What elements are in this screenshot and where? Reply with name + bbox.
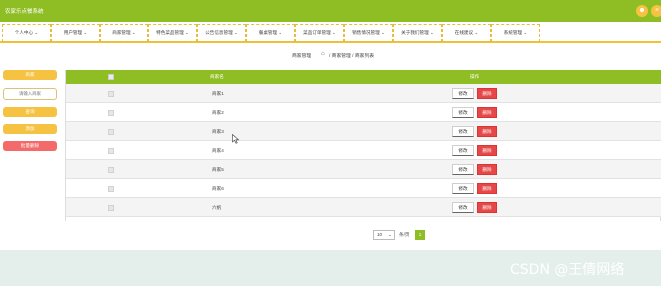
table-row: 商家4 修改 删除 (66, 141, 661, 160)
merchant-name: 六帆 (212, 205, 222, 210)
row-checkbox[interactable] (108, 148, 114, 154)
table-row: 六帆 修改 删除 (66, 198, 661, 217)
chevron-down-icon: ⌄ (474, 30, 479, 35)
delete-button[interactable]: 删除 (477, 183, 497, 194)
edit-button[interactable]: 修改 (452, 164, 474, 175)
nav-item-merchants[interactable]: 商家管理 ⌄ (100, 24, 148, 42)
merchant-name: 商家3 (212, 129, 224, 134)
merchant-name: 商家4 (212, 148, 224, 153)
row-checkbox[interactable] (108, 91, 114, 97)
merchant-name: 商家6 (212, 186, 224, 191)
breadcrumb-path: / 商家管理 / 商家列表 (329, 54, 375, 59)
table-row: 商家3 修改 删除 (66, 122, 661, 141)
table-row: 商家2 修改 删除 (66, 103, 661, 122)
chevron-down-icon: ⌄ (523, 30, 528, 35)
chevron-down-icon: ⌄ (332, 30, 336, 35)
chevron-down-icon: ⌄ (430, 30, 434, 35)
edit-button[interactable]: 修改 (452, 107, 474, 118)
breadcrumb-section: 商家管理 (292, 54, 312, 59)
page-size-select[interactable]: 10 ⌄ (373, 230, 395, 240)
watermark-text: CSDN @王倩网络 (510, 262, 625, 278)
edit-button[interactable]: 修改 (452, 126, 474, 137)
nav-label: 在线建议 (454, 30, 474, 35)
column-header-name: 商家名 (210, 74, 224, 79)
close-icon[interactable]: × (651, 5, 661, 17)
add-button[interactable]: 添加 (3, 124, 57, 134)
delete-button[interactable]: 删除 (477, 164, 497, 175)
delete-button[interactable]: 删除 (477, 88, 497, 99)
page-number-current[interactable]: 1 (415, 230, 425, 240)
merchant-name: 商家5 (212, 167, 224, 172)
chevron-down-icon: ⌄ (388, 232, 392, 237)
delete-button[interactable]: 删除 (477, 126, 497, 137)
nav-item-personal-center[interactable]: 个人中心 ⌄ (2, 24, 51, 42)
nav-label: 关于我们管理 (401, 30, 429, 35)
nav-label: 个人中心 (14, 30, 34, 35)
search-input[interactable]: 请输入商家 (3, 88, 57, 100)
nav-label: 用户管理 (63, 30, 83, 35)
nav-item-system[interactable]: 系统管理 ⌄ (491, 24, 540, 42)
merchant-filter-button[interactable]: 商家 (3, 70, 57, 80)
user-icon[interactable]: ☻ (636, 5, 648, 17)
home-icon[interactable]: ⌂ (321, 51, 325, 57)
app-title: 农家乐点餐系统 (5, 9, 44, 15)
row-checkbox[interactable] (108, 110, 114, 116)
main-nav: 个人中心 ⌄ 用户管理 ⌄ 商家管理 ⌄ 特色菜品管理 ⌄ 公告信息管理 ⌄ 餐… (0, 23, 661, 43)
row-checkbox[interactable] (108, 186, 114, 192)
nav-label: 菜品订单管理 (303, 30, 331, 35)
row-checkbox[interactable] (108, 129, 114, 135)
nav-item-featured-dishes[interactable]: 特色菜品管理 ⌄ (148, 24, 197, 42)
top-bar: 农家乐点餐系统 ☻ × (0, 0, 661, 22)
edit-button[interactable]: 修改 (452, 202, 474, 213)
table-row: 商家1 修改 删除 (66, 84, 661, 103)
delete-button[interactable]: 删除 (477, 107, 497, 118)
page-size-label: 条/页 (399, 232, 410, 237)
merchant-name: 商家2 (212, 110, 224, 115)
merchant-table: 商家名 操作 商家1 修改 删除 商家2 修改 删除 商家3 修改 删除 商家4… (65, 70, 661, 221)
batch-delete-button[interactable]: 批量删除 (3, 141, 57, 151)
nav-label: 公告信息管理 (205, 30, 233, 35)
edit-button[interactable]: 修改 (452, 88, 474, 99)
nav-item-tables[interactable]: 餐桌管理 ⌄ (246, 24, 295, 42)
page: 农家乐点餐系统 ☻ × 个人中心 ⌄ 用户管理 ⌄ 商家管理 ⌄ 特色菜品管理 … (0, 0, 661, 286)
row-checkbox[interactable] (108, 167, 114, 173)
edit-button[interactable]: 修改 (452, 145, 474, 156)
nav-label: 销售情况管理 (352, 30, 380, 35)
breadcrumb: 商家管理 ⌂ / 商家管理 / 商家列表 (0, 51, 661, 60)
nav-label: 商家管理 (112, 30, 131, 35)
table-row: 商家6 修改 删除 (66, 179, 661, 198)
nav-item-about-us[interactable]: 关于我们管理 ⌄ (393, 24, 442, 42)
nav-item-sales[interactable]: 销售情况管理 ⌄ (344, 24, 393, 42)
chevron-down-icon: ⌄ (234, 30, 238, 35)
nav-label: 系统管理 (503, 30, 523, 35)
column-header-actions: 操作 (470, 74, 480, 79)
chevron-down-icon: ⌄ (278, 30, 283, 35)
nav-item-announcements[interactable]: 公告信息管理 ⌄ (197, 24, 246, 42)
chevron-down-icon: ⌄ (83, 30, 88, 35)
chevron-down-icon: ⌄ (34, 30, 39, 35)
select-all-checkbox[interactable] (108, 74, 114, 80)
table-header: 商家名 操作 (66, 70, 661, 84)
page-size-value: 10 (377, 232, 383, 237)
search-button[interactable]: 查询 (3, 107, 57, 117)
row-checkbox[interactable] (108, 205, 114, 211)
edit-button[interactable]: 修改 (452, 183, 474, 194)
nav-item-dish-orders[interactable]: 菜品订单管理 ⌄ (295, 24, 344, 42)
table-row: 商家5 修改 删除 (66, 160, 661, 179)
nav-item-users[interactable]: 用户管理 ⌄ (51, 24, 100, 42)
merchant-name: 商家1 (212, 91, 224, 96)
delete-button[interactable]: 删除 (477, 202, 497, 213)
nav-label: 餐桌管理 (258, 30, 278, 35)
chevron-down-icon: ⌄ (381, 30, 385, 35)
delete-button[interactable]: 删除 (477, 145, 497, 156)
nav-item-suggestions[interactable]: 在线建议 ⌄ (442, 24, 491, 42)
mouse-cursor-icon (232, 134, 240, 144)
chevron-down-icon: ⌄ (185, 30, 189, 35)
nav-label: 特色菜品管理 (156, 30, 184, 35)
chevron-down-icon: ⌄ (131, 30, 136, 35)
